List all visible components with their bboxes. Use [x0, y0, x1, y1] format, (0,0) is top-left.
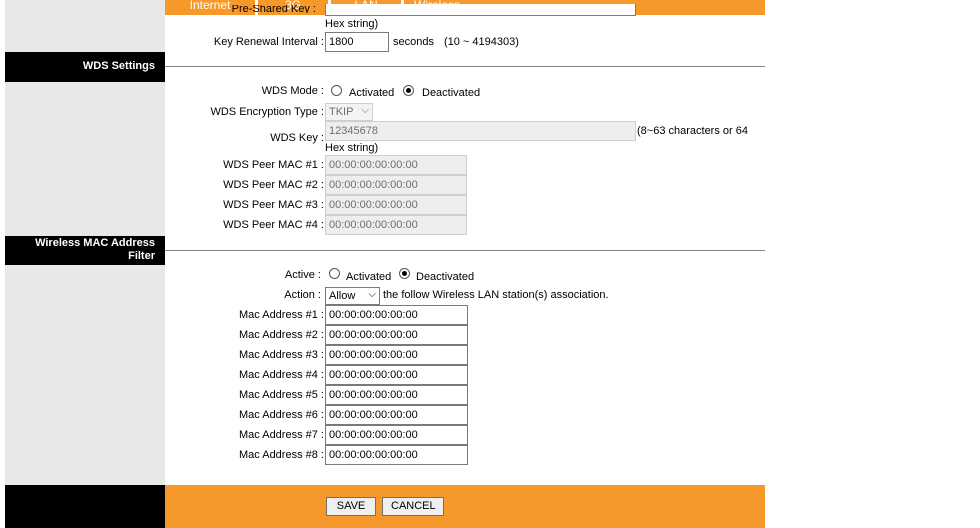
mac-address-2-label: Mac Address #2 : [239, 329, 324, 341]
mac-filter-action-label: Action : [284, 289, 321, 301]
key-renewal-interval-label: Key Renewal Interval : [213, 36, 324, 48]
cancel-button[interactable]: CANCEL [382, 497, 444, 516]
section-divider [165, 66, 765, 67]
sidebar-panel [5, 82, 165, 236]
mac-address-6-label: Mac Address #6 : [239, 409, 324, 421]
mac-address-5-label: Mac Address #5 : [239, 389, 324, 401]
wds-settings-heading: WDS Settings [5, 52, 165, 82]
pre-shared-key-input[interactable] [325, 4, 636, 16]
wds-encryption-type-label: WDS Encryption Type : [210, 106, 324, 118]
pre-shared-key-hint: Hex string) [325, 18, 379, 30]
mac-address-4-input[interactable]: 00:00:00:00:00:00 [325, 365, 468, 385]
wds-peer-mac-4-label: WDS Peer MAC #4 : [223, 219, 324, 231]
wds-peer-mac-3-label: WDS Peer MAC #3 : [223, 199, 324, 211]
wds-peer-mac-4-input[interactable]: 00:00:00:00:00:00 [325, 215, 467, 235]
mac-address-8-label: Mac Address #8 : [239, 449, 324, 461]
chevron-down-icon: ⌵ [368, 289, 376, 300]
wds-key-label: WDS Key : [270, 132, 324, 144]
mac-filter-active-label: Active : [284, 269, 321, 281]
wds-peer-mac-1-input[interactable]: 00:00:00:00:00:00 [325, 155, 467, 175]
mac-address-1-label: Mac Address #1 : [239, 309, 324, 321]
mac-filter-activated-radio[interactable] [329, 268, 340, 279]
wds-mode-deactivated-label: Deactivated [422, 87, 481, 99]
wds-mode-label: WDS Mode : [261, 85, 324, 97]
chevron-down-icon: ⌵ [361, 105, 369, 116]
wds-key-hint-cont: Hex string) [325, 142, 379, 154]
wds-encryption-type-value: TKIP [329, 106, 354, 118]
mac-address-8-input[interactable]: 00:00:00:00:00:00 [325, 445, 468, 465]
section-divider [165, 250, 765, 251]
wds-key-input[interactable]: 12345678 [325, 121, 636, 141]
mac-filter-heading-line2: Filter [128, 250, 155, 262]
wds-mode-activated-radio[interactable] [331, 85, 342, 96]
mac-address-7-input[interactable]: 00:00:00:00:00:00 [325, 425, 468, 445]
key-renewal-interval-input[interactable]: 1800 [325, 32, 389, 52]
mac-filter-action-text: the follow Wireless LAN station(s) assoc… [383, 289, 609, 301]
footer-left-block [5, 485, 165, 528]
wds-key-hint: (8~63 characters or 64 [637, 125, 748, 137]
wds-peer-mac-2-input[interactable]: 00:00:00:00:00:00 [325, 175, 467, 195]
footer-bar [165, 485, 765, 528]
mac-address-5-input[interactable]: 00:00:00:00:00:00 [325, 385, 468, 405]
mac-filter-heading: Wireless MAC Address Filter [5, 236, 165, 265]
save-button[interactable]: SAVE [326, 497, 376, 516]
mac-filter-deactivated-radio[interactable] [399, 268, 410, 279]
mac-address-4-label: Mac Address #4 : [239, 369, 324, 381]
wds-peer-mac-3-input[interactable]: 00:00:00:00:00:00 [325, 195, 467, 215]
mac-address-3-label: Mac Address #3 : [239, 349, 324, 361]
key-renewal-range: (10 ~ 4194303) [444, 36, 519, 48]
mac-filter-action-value: Allow [329, 290, 356, 302]
wds-peer-mac-1-label: WDS Peer MAC #1 : [223, 159, 324, 171]
mac-address-1-input[interactable]: 00:00:00:00:00:00 [325, 305, 468, 325]
mac-address-6-input[interactable]: 00:00:00:00:00:00 [325, 405, 468, 425]
mac-filter-deactivated-label: Deactivated [416, 271, 475, 283]
mac-address-7-label: Mac Address #7 : [239, 429, 324, 441]
pre-shared-key-label: Pre-Shared Key : [231, 5, 316, 13]
sidebar-panel [5, 265, 165, 485]
mac-filter-action-select[interactable]: Allow ⌵ [325, 287, 380, 305]
mac-filter-heading-line1: Wireless MAC Address [35, 237, 155, 249]
wds-peer-mac-2-label: WDS Peer MAC #2 : [223, 179, 324, 191]
sidebar-panel [5, 0, 165, 52]
wds-mode-activated-label: Activated [349, 87, 395, 99]
mac-address-2-input[interactable]: 00:00:00:00:00:00 [325, 325, 468, 345]
mac-address-3-input[interactable]: 00:00:00:00:00:00 [325, 345, 468, 365]
wds-mode-deactivated-radio[interactable] [403, 85, 414, 96]
wds-encryption-type-select[interactable]: TKIP ⌵ [325, 103, 373, 121]
mac-filter-activated-label: Activated [346, 271, 392, 283]
key-renewal-unit: seconds [393, 36, 434, 48]
